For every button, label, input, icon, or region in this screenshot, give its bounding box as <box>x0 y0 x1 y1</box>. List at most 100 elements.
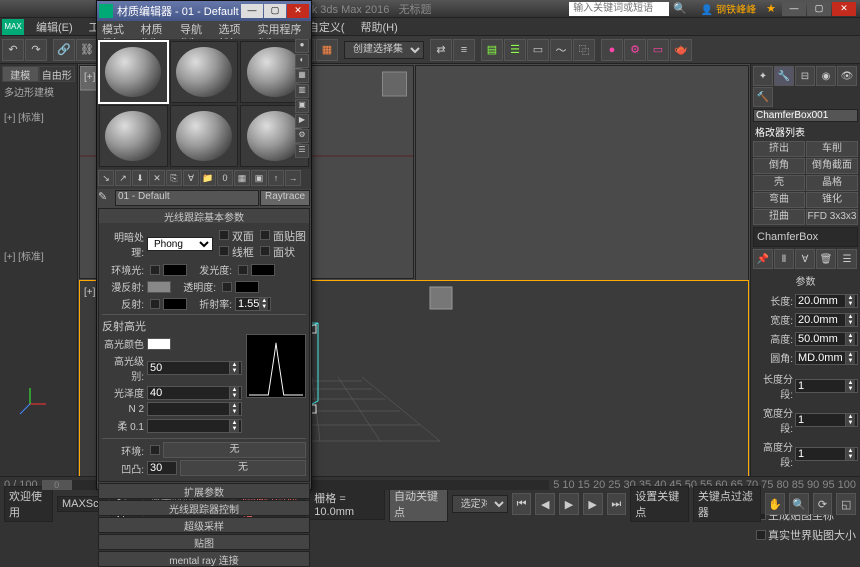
goto-start-button[interactable]: ⏮ <box>512 493 532 515</box>
sample-uv-icon[interactable]: ▥ <box>295 84 309 98</box>
reflect-check[interactable] <box>150 299 160 309</box>
login-name[interactable]: 钢铁峰峰 <box>701 1 756 16</box>
unlink-button[interactable]: ⛓ <box>76 39 98 61</box>
material-id-icon[interactable]: 0 <box>217 170 233 186</box>
material-editor-button[interactable]: ● <box>601 39 623 61</box>
options-icon[interactable]: ⚙ <box>295 129 309 143</box>
me-maximize-button[interactable]: ▢ <box>264 4 286 18</box>
render-frame-button[interactable]: ▭ <box>647 39 669 61</box>
schematic-view-button[interactable]: ⿻ <box>573 39 595 61</box>
rollout-raytracer[interactable]: 光线跟踪器控制 <box>99 501 309 515</box>
go-forward-icon[interactable]: → <box>285 170 301 186</box>
modifier-stack-item[interactable]: ChamferBox <box>757 231 854 243</box>
mod-lattice[interactable]: 晶格 <box>806 175 858 191</box>
mod-twist[interactable]: 扭曲 <box>753 209 805 225</box>
background-icon[interactable]: ▦ <box>295 69 309 83</box>
material-name-field[interactable]: 01 - Default <box>115 190 259 206</box>
mod-bevel[interactable]: 倒角 <box>753 158 805 174</box>
show-map-icon[interactable]: ▦ <box>234 170 250 186</box>
rollout-supersample[interactable]: 超级采样 <box>99 518 309 532</box>
env-check[interactable] <box>150 445 160 455</box>
help-search-input[interactable] <box>569 2 669 16</box>
maximize-button[interactable]: ▢ <box>807 2 831 16</box>
diffuse-swatch[interactable] <box>147 281 171 293</box>
sample-type-icon[interactable]: ● <box>295 39 309 53</box>
help-icon[interactable]: 🔍 <box>673 2 687 15</box>
video-check-icon[interactable]: ▣ <box>295 99 309 113</box>
make-copy-icon[interactable]: ⎘ <box>166 170 182 186</box>
ambient-check[interactable] <box>150 265 160 275</box>
viewport-nav-orbit-icon[interactable]: ⟳ <box>813 493 833 515</box>
named-selection-dropdown[interactable]: 创建选择集 <box>344 41 424 59</box>
close-button[interactable]: ✕ <box>832 2 856 16</box>
length-spinner[interactable]: 20.0mm▲▼ <box>795 294 858 308</box>
ribbon-item-1[interactable]: [+] [标准] <box>2 107 75 126</box>
select-by-mat-icon[interactable]: ☰ <box>295 144 309 158</box>
prev-frame-button[interactable]: ◀ <box>535 493 555 515</box>
key-selection-dropdown[interactable]: 选定对象 <box>452 495 508 513</box>
make-unique-icon[interactable]: ∀ <box>183 170 199 186</box>
rollout-params-head[interactable]: 参数 <box>753 271 858 290</box>
real-uv-checkbox[interactable] <box>756 530 766 540</box>
spec-color-swatch[interactable] <box>147 338 171 350</box>
me-menu-options[interactable]: 选项(O) <box>216 21 253 39</box>
render-button[interactable]: 🫖 <box>670 39 692 61</box>
assign-to-sel-icon[interactable]: ⬇ <box>132 170 148 186</box>
me-menu-mode[interactable]: 模式(D) <box>99 21 136 39</box>
fillet-spinner[interactable]: MD.0mm▲▼ <box>795 351 858 365</box>
me-close-button[interactable]: ✕ <box>287 4 309 18</box>
keyfilter-button[interactable]: 关键点过滤器 <box>693 486 761 522</box>
align-button[interactable]: ≡ <box>453 39 475 61</box>
modify-tab-icon[interactable]: 🔧 <box>774 66 794 86</box>
bump-map-button[interactable]: 无 <box>180 460 306 476</box>
reset-map-icon[interactable]: ✕ <box>149 170 165 186</box>
ribbon-item-2[interactable]: [+] [标准] <box>2 246 75 265</box>
mod-taper[interactable]: 锥化 <box>806 192 858 208</box>
object-name-field[interactable] <box>753 109 858 122</box>
facemap-checkbox[interactable] <box>260 230 270 240</box>
me-minimize-button[interactable]: — <box>241 4 263 18</box>
twoside-checkbox[interactable] <box>219 230 229 240</box>
layer-manager-button[interactable]: ▤ <box>481 39 503 61</box>
sample-slot-2[interactable] <box>170 41 239 103</box>
me-menu-material[interactable]: 材质(M) <box>138 21 176 39</box>
autokey-button[interactable]: 自动关键点 <box>389 486 448 522</box>
make-preview-icon[interactable]: ▶ <box>295 114 309 128</box>
make-unique-icon[interactable]: ∀ <box>795 249 815 269</box>
hierarchy-tab-icon[interactable]: ⊟ <box>795 66 815 86</box>
lseg-spinner[interactable]: 1▲▼ <box>795 379 858 393</box>
spinner-snap-button[interactable]: ▦ <box>316 39 338 61</box>
hseg-spinner[interactable]: 1▲▼ <box>795 447 858 461</box>
render-setup-button[interactable]: ⚙ <box>624 39 646 61</box>
mod-extrude[interactable]: 挤出 <box>753 141 805 157</box>
display-tab-icon[interactable]: 👁 <box>837 66 857 86</box>
time-slider-thumb[interactable]: 0 <box>42 480 72 490</box>
shading-dropdown[interactable]: Phong <box>147 237 213 251</box>
height-spinner[interactable]: 50.0mm▲▼ <box>795 332 858 346</box>
bump-spinner[interactable]: 30 <box>147 461 177 475</box>
undo-button[interactable]: ↶ <box>2 39 24 61</box>
put-to-scene-icon[interactable]: ↗ <box>115 170 131 186</box>
ior-spinner[interactable]: 1.55▲▼ <box>235 297 271 311</box>
pin-stack-icon[interactable]: 📌 <box>753 249 773 269</box>
ambient-swatch[interactable] <box>163 264 187 276</box>
ribbon-toggle-button[interactable]: ▭ <box>527 39 549 61</box>
rollout-mentalray[interactable]: mental ray 连接 <box>99 552 309 566</box>
me-menu-utilities[interactable]: 实用程序(U) <box>255 21 310 39</box>
viewport-nav-max-icon[interactable]: ◱ <box>836 493 856 515</box>
me-menu-navigate[interactable]: 导航(N) <box>177 21 214 39</box>
configure-sets-icon[interactable]: ☰ <box>837 249 857 269</box>
mod-ffd[interactable]: FFD 3x3x3 <box>806 209 858 225</box>
viewport-nav-pan-icon[interactable]: ✋ <box>765 493 785 515</box>
remove-modifier-icon[interactable]: 🗑 <box>816 249 836 269</box>
pick-material-icon[interactable]: ✎ <box>98 190 114 206</box>
luminosity-check[interactable] <box>238 265 248 275</box>
material-editor-window[interactable]: 材质编辑器 - 01 - Default — ▢ ✕ 模式(D) 材质(M) 导… <box>96 0 312 490</box>
mod-bend[interactable]: 弯曲 <box>753 192 805 208</box>
menu-help[interactable]: 帮助(H) <box>353 19 406 35</box>
mod-lathe[interactable]: 车削 <box>806 141 858 157</box>
sample-slot-4[interactable] <box>99 105 168 167</box>
wire-checkbox[interactable] <box>219 246 229 256</box>
goto-end-button[interactable]: ⏭ <box>607 493 627 515</box>
go-parent-icon[interactable]: ↑ <box>268 170 284 186</box>
